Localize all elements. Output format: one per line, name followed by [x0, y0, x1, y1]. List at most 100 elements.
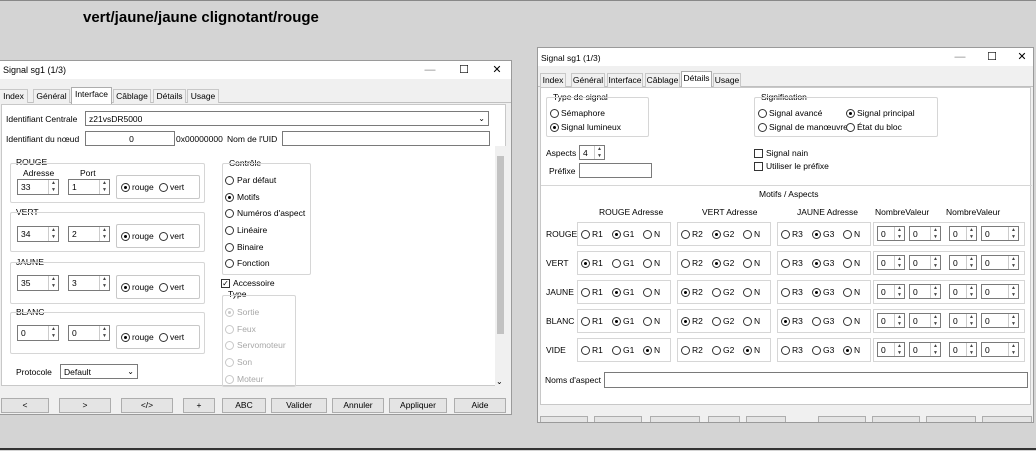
semaphore-radio[interactable]	[550, 109, 559, 118]
nombre-spinner-blanc-2[interactable]: 0 ▲ ▼	[949, 313, 977, 328]
nombre-spinner-vert-3[interactable]: 0 ▲ ▼	[981, 255, 1019, 270]
nombre-spinner-vert-2[interactable]: 0 ▲ ▼	[949, 255, 977, 270]
appliquer-button[interactable]: Appliquer	[389, 398, 447, 413]
nombre-spinner-blanc-0[interactable]: 0 ▲ ▼	[877, 313, 905, 328]
blanc-port-spinner[interactable]: 0 ▲ ▼	[68, 325, 110, 341]
spinner-arrows-icon[interactable]: ▲ ▼	[930, 285, 940, 298]
radio-blanc-r-0[interactable]	[581, 317, 590, 326]
spinner-arrows-icon[interactable]: ▲ ▼	[894, 227, 904, 240]
type-son-radio[interactable]	[225, 358, 234, 367]
code-button[interactable]	[650, 416, 700, 422]
noms-aspect-input[interactable]	[604, 372, 1028, 388]
aide-button[interactable]	[982, 416, 1032, 422]
radio-rouge-r-2[interactable]	[643, 230, 652, 239]
radio-blanc-r-1[interactable]	[612, 317, 621, 326]
tab-general[interactable]: Général	[33, 89, 70, 103]
identifiant-noeud-input[interactable]: 0	[85, 131, 175, 146]
spinner-arrows-icon[interactable]: ▲ ▼	[930, 227, 940, 240]
identifiant-centrale-select[interactable]: z21vsDR5000 ⌄	[85, 111, 489, 126]
minimize-icon[interactable]: —	[416, 62, 444, 78]
spinner-arrows-icon[interactable]: ▲ ▼	[966, 314, 976, 327]
nombre-spinner-rouge-2[interactable]: 0 ▲ ▼	[949, 226, 977, 241]
spinner-arrows-icon[interactable]: ▲ ▼	[894, 314, 904, 327]
tab-usage[interactable]: Usage	[187, 89, 219, 103]
radio-rouge-j-0[interactable]	[781, 230, 790, 239]
rouge-adresse-spinner[interactable]: 33 ▲ ▼	[17, 179, 59, 195]
radio-vide-v-0[interactable]	[681, 346, 690, 355]
tab-details[interactable]: Détails	[681, 71, 712, 88]
type-servomoteur-radio[interactable]	[225, 341, 234, 350]
nombre-spinner-vide-1[interactable]: 0 ▲ ▼	[909, 342, 941, 357]
signal-lumineux-radio[interactable]	[550, 123, 559, 132]
spinner-arrows-icon[interactable]: ▲ ▼	[894, 343, 904, 356]
jaune-vert-radio[interactable]	[159, 283, 168, 292]
radio-vide-j-0[interactable]	[781, 346, 790, 355]
protocole-select[interactable]: Default ⌄	[60, 364, 138, 379]
controle-par-defaut-radio[interactable]	[225, 176, 234, 185]
utiliser-prefixe-checkbox[interactable]	[754, 162, 763, 171]
radio-blanc-v-0[interactable]	[681, 317, 690, 326]
controle-motifs-radio[interactable]	[225, 193, 234, 202]
radio-jaune-j-1[interactable]	[812, 288, 821, 297]
valider-button[interactable]: Valider	[271, 398, 327, 413]
nombre-spinner-blanc-3[interactable]: 0 ▲ ▼	[981, 313, 1019, 328]
nombre-spinner-jaune-3[interactable]: 0 ▲ ▼	[981, 284, 1019, 299]
radio-jaune-r-2[interactable]	[643, 288, 652, 297]
abc-button[interactable]	[746, 416, 786, 422]
nombre-spinner-jaune-2[interactable]: 0 ▲ ▼	[949, 284, 977, 299]
signal-avance-radio[interactable]	[758, 109, 767, 118]
add-button[interactable]: +	[183, 398, 215, 413]
radio-jaune-r-1[interactable]	[612, 288, 621, 297]
spinner-arrows-icon[interactable]: ▲ ▼	[1008, 285, 1018, 298]
tab-index[interactable]: Index	[0, 89, 28, 103]
radio-blanc-v-2[interactable]	[743, 317, 752, 326]
vert-port-spinner[interactable]: 2 ▲ ▼	[68, 226, 110, 242]
maximize-icon[interactable]: ☐	[450, 62, 478, 78]
tab-interface[interactable]: Interface	[71, 87, 112, 104]
radio-rouge-r-1[interactable]	[612, 230, 621, 239]
radio-rouge-j-2[interactable]	[843, 230, 852, 239]
blanc-vert-radio[interactable]	[159, 333, 168, 342]
spinner-arrows-icon[interactable]: ▲ ▼	[966, 256, 976, 269]
prev-button[interactable]: <	[1, 398, 49, 413]
nombre-spinner-vide-3[interactable]: 0 ▲ ▼	[981, 342, 1019, 357]
appliquer-button[interactable]	[926, 416, 976, 422]
radio-blanc-r-2[interactable]	[643, 317, 652, 326]
tab-cablage[interactable]: Câblage	[645, 73, 680, 87]
vert-rouge-radio[interactable]	[121, 232, 130, 241]
radio-vide-r-2[interactable]	[643, 346, 652, 355]
code-button[interactable]: </>	[121, 398, 173, 413]
type-sortie-radio[interactable]	[225, 308, 234, 317]
annuler-button[interactable]: Annuler	[332, 398, 384, 413]
minimize-icon[interactable]: —	[946, 49, 974, 65]
radio-vide-r-1[interactable]	[612, 346, 621, 355]
radio-jaune-v-0[interactable]	[681, 288, 690, 297]
nombre-spinner-blanc-1[interactable]: 0 ▲ ▼	[909, 313, 941, 328]
abc-button[interactable]: ABC	[222, 398, 266, 413]
close-icon[interactable]: ✕	[483, 62, 511, 78]
spinner-arrows-icon[interactable]: ▲ ▼	[1008, 343, 1018, 356]
signal-nain-checkbox[interactable]	[754, 149, 763, 158]
radio-vide-v-1[interactable]	[712, 346, 721, 355]
spinner-arrows-icon[interactable]: ▲ ▼	[966, 285, 976, 298]
radio-jaune-v-1[interactable]	[712, 288, 721, 297]
tab-usage[interactable]: Usage	[713, 73, 741, 87]
radio-vide-j-1[interactable]	[812, 346, 821, 355]
scroll-down-icon[interactable]: ⌄	[496, 377, 503, 386]
radio-vert-j-1[interactable]	[812, 259, 821, 268]
nombre-spinner-rouge-1[interactable]: 0 ▲ ▼	[909, 226, 941, 241]
radio-rouge-j-1[interactable]	[812, 230, 821, 239]
type-moteur-radio[interactable]	[225, 375, 234, 384]
etat-bloc-radio[interactable]	[846, 123, 855, 132]
nombre-spinner-jaune-1[interactable]: 0 ▲ ▼	[909, 284, 941, 299]
spinner-arrows-icon[interactable]: ▲ ▼	[894, 285, 904, 298]
nombre-spinner-vert-1[interactable]: 0 ▲ ▼	[909, 255, 941, 270]
tab-index[interactable]: Index	[540, 73, 566, 87]
spinner-arrows-icon[interactable]: ▲ ▼	[930, 314, 940, 327]
aspects-spinner[interactable]: 4 ▲ ▼	[579, 145, 605, 160]
jaune-port-spinner[interactable]: 3 ▲ ▼	[68, 275, 110, 291]
nombre-spinner-vide-2[interactable]: 0 ▲ ▼	[949, 342, 977, 357]
radio-jaune-v-2[interactable]	[743, 288, 752, 297]
tab-details[interactable]: Détails	[153, 89, 186, 103]
controle-lineaire-radio[interactable]	[225, 226, 234, 235]
